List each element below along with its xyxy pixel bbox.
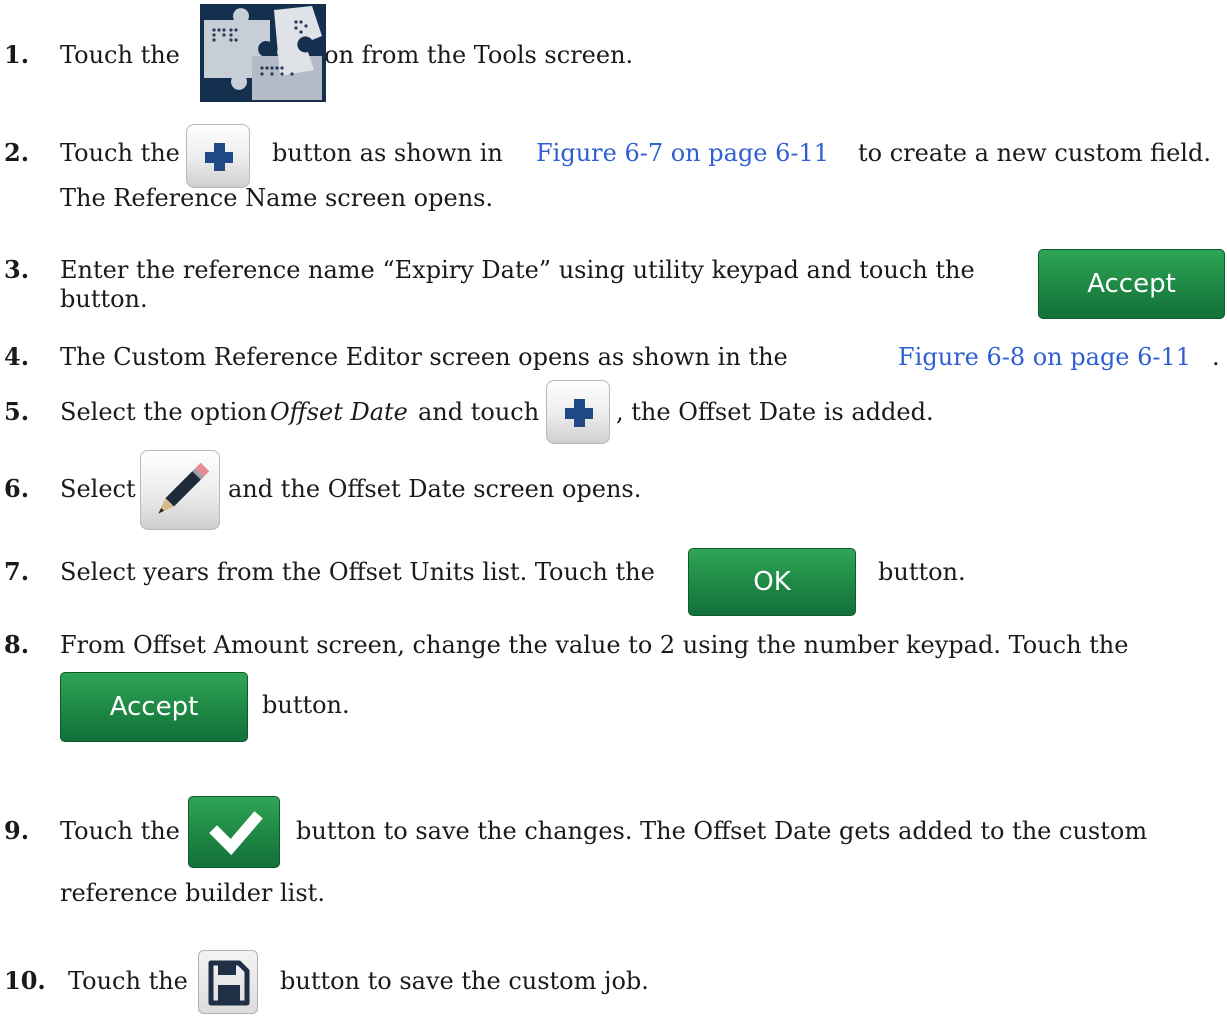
step-text: The Reference Name screen opens.: [60, 184, 494, 212]
step-text: button.: [878, 558, 966, 586]
puzzle-icon: [200, 4, 326, 102]
accept-button[interactable]: Accept: [1038, 249, 1225, 319]
step-text: The Custom Reference Editor screen opens…: [60, 343, 788, 371]
step-number: 4.: [4, 342, 30, 371]
step-number: 10.: [4, 966, 46, 995]
step-number: 8.: [4, 630, 30, 659]
step-text: Select the option: [60, 398, 268, 426]
step-text: button to save the changes. The Offset D…: [296, 817, 1148, 845]
add-button[interactable]: [186, 124, 250, 188]
step-text: button.: [60, 285, 148, 313]
option-name: Offset Date: [270, 398, 408, 426]
step-text: button from the Tools screen.: [274, 41, 634, 69]
accept-button[interactable]: Accept: [60, 672, 248, 742]
step-number: 9.: [4, 816, 30, 845]
step-text: Touch the: [68, 967, 188, 995]
step-text: Select: [60, 475, 136, 503]
ok-button-label: OK: [753, 567, 791, 597]
accept-button-label: Accept: [1087, 269, 1176, 299]
step-text: reference builder list.: [60, 879, 325, 907]
step-number: 3.: [4, 255, 30, 284]
step-number: 7.: [4, 557, 30, 586]
pencil-icon: [158, 462, 210, 514]
checkmark-icon: [209, 811, 263, 856]
add-button[interactable]: [546, 380, 610, 444]
step-number: 1.: [4, 40, 30, 69]
accept-button-label: Accept: [109, 692, 199, 722]
figure-link[interactable]: Figure 6-7 on page 6-11: [536, 138, 829, 168]
step-text: Enter the reference name “Expiry Date” u…: [60, 256, 975, 284]
ok-button[interactable]: OK: [688, 548, 856, 616]
edit-button[interactable]: [140, 450, 220, 530]
step-text: .: [1212, 343, 1220, 371]
step-text: button.: [262, 691, 350, 719]
step-text: button to save the custom job.: [280, 967, 649, 995]
step-number: 5.: [4, 397, 30, 426]
step-text: button as shown in: [272, 139, 503, 167]
tools-puzzle-button[interactable]: [200, 4, 326, 102]
step-text: to create a new custom field.: [858, 139, 1211, 167]
step-text: , the Offset Date is added.: [616, 398, 934, 426]
step-text: and the Offset Date screen opens.: [228, 475, 642, 503]
step-number: 2.: [4, 138, 30, 167]
save-changes-button[interactable]: [188, 796, 280, 868]
plus-icon: [565, 399, 593, 427]
step-number: 6.: [4, 474, 30, 503]
plus-icon: [205, 143, 233, 171]
figure-link[interactable]: Figure 6-8 on page 6-11: [898, 342, 1191, 372]
step-text: Touch the: [60, 817, 180, 845]
step-text: Touch the: [60, 139, 180, 167]
step-text: Select years from the Offset Units list.…: [60, 558, 655, 586]
step-text: From Offset Amount screen, change the va…: [60, 631, 1129, 659]
step-text: Touch the: [60, 41, 180, 69]
step-text: and touch: [418, 398, 540, 426]
save-job-button[interactable]: [198, 950, 258, 1014]
floppy-disk-icon: [208, 960, 250, 1006]
